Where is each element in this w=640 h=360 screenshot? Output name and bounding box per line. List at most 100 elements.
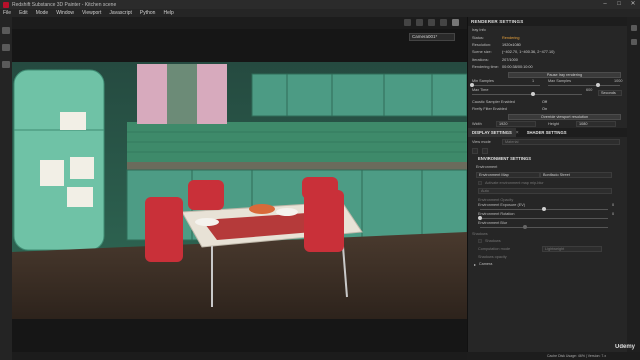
resolution-label: Resolution: — [472, 43, 491, 48]
shadows-heading: Shadows — [472, 231, 488, 236]
view-mode-row: View mode Material — [468, 137, 627, 146]
resolution-fields-row: Width 1920 Height 1080 — [468, 121, 627, 128]
computation-label: Computation mode — [478, 247, 511, 252]
camera-section-row[interactable]: ▸ Camera — [468, 260, 627, 268]
blur-label: Environment Blur — [478, 221, 508, 226]
override-resolution-label: Override viewport resolution — [540, 114, 589, 119]
menu-window[interactable]: Window — [56, 10, 74, 16]
blur-track — [480, 227, 608, 229]
camera-dropdown[interactable]: Camera001* — [409, 33, 455, 41]
camera-icon[interactable] — [428, 19, 435, 26]
max-samples-slider[interactable] — [596, 82, 601, 87]
stop-icon[interactable] — [416, 19, 423, 26]
max-samples-track — [548, 84, 620, 86]
env-blur-checkbox[interactable] — [478, 181, 482, 186]
env-opacity-row: Environment Opacity — [468, 196, 627, 203]
min-samples-value: 1 — [532, 78, 535, 83]
iterations-value: 207/1000 — [502, 57, 518, 62]
max-time-unit-dropdown[interactable]: Seconds — [598, 89, 622, 96]
width-label: Width — [472, 122, 482, 127]
projection-tool-icon[interactable] — [2, 61, 10, 68]
display-icons-row — [468, 146, 627, 155]
resolution-value: 1920x1080 — [502, 43, 521, 48]
environment-tab-icon[interactable] — [472, 147, 478, 154]
viewport-status-bar — [12, 352, 467, 360]
exposure-row: Environment Exposure (EV) 0 — [468, 203, 627, 212]
shadows-check-label: Shadows — [485, 239, 501, 244]
height-label: Height — [548, 122, 559, 127]
shadows-checkbox[interactable] — [478, 239, 482, 244]
environment-settings-title: ENVIRONMENT SETTINGS — [478, 156, 532, 162]
menu-python[interactable]: Python — [140, 10, 156, 16]
shadows-opacity-label: Shadows opacity — [478, 254, 507, 259]
menu-file[interactable]: File — [3, 10, 11, 16]
shadows-check-row: Shadows — [468, 238, 627, 245]
rotation-track — [480, 218, 608, 220]
close-window-button[interactable]: ✕ — [626, 0, 640, 9]
exposure-value: 0 — [612, 203, 615, 208]
rendering-time-label: Rendering time: — [472, 65, 499, 70]
blur-row: Environment Blur — [468, 221, 627, 230]
menu-viewport[interactable]: Viewport — [82, 10, 101, 16]
tab-display-settings[interactable]: DISPLAY SETTINGS — [468, 128, 516, 138]
max-time-value: 600 — [586, 87, 593, 92]
caustic-row: Caustic Sampler Enabled Off — [468, 98, 627, 105]
env-auto-dropdown[interactable]: Auto — [478, 188, 612, 195]
caustic-value[interactable]: Off — [542, 100, 547, 104]
environment-label-row: Environment — [468, 163, 627, 170]
exposure-slider[interactable] — [542, 207, 546, 212]
menu-javascript[interactable]: Javascript — [109, 10, 132, 16]
app-logo-icon — [3, 1, 9, 8]
rotation-slider[interactable] — [478, 216, 482, 221]
max-time-track — [472, 93, 582, 95]
shadows-opacity-row: Shadows opacity — [468, 253, 627, 260]
scene-size-row: Scene size: (−402.70, 1−400.36, 2−477.10… — [468, 49, 627, 56]
minimize-button[interactable]: – — [598, 0, 612, 9]
paint-tool-icon[interactable] — [2, 27, 10, 34]
scene-size-value: (−402.70, 1−400.36, 2−477.10) — [502, 50, 555, 55]
maximize-button[interactable]: □ — [612, 0, 626, 9]
eraser-tool-icon[interactable] — [2, 44, 10, 51]
min-samples-track — [472, 84, 540, 86]
min-samples-slider[interactable] — [470, 82, 474, 87]
override-resolution-button[interactable]: Override viewport resolution — [508, 113, 621, 120]
pause-icon[interactable] — [404, 19, 411, 26]
dock-strip — [627, 17, 640, 360]
menu-mode[interactable]: Mode — [36, 10, 49, 16]
left-toolbar — [0, 17, 12, 360]
resolution-row: Resolution: 1920x1080 — [468, 41, 627, 48]
max-time-row: Max Time 600 Seconds — [468, 88, 627, 98]
chevron-right-icon: ▸ — [474, 262, 476, 267]
title-bar: Redshift Substance 3D Painter - Kitchen … — [0, 0, 640, 9]
rendering-time-value: 00:00:38/00:10:00 — [502, 65, 533, 70]
camera-tab-icon[interactable] — [482, 147, 488, 154]
env-auto-row: Auto — [468, 187, 627, 196]
layers-icon[interactable] — [630, 25, 637, 31]
env-map-picker[interactable]: Bonifacio Street — [540, 172, 612, 179]
caustic-label: Caustic Sampler Enabled — [472, 99, 515, 104]
menu-bar: File Edit Mode Window Viewport Javascrip… — [0, 9, 640, 17]
close-tab-icon[interactable]: × — [516, 130, 519, 136]
max-time-label: Max Time — [472, 87, 489, 92]
blur-slider[interactable] — [522, 225, 527, 230]
viewport[interactable]: Camera001* — [12, 17, 467, 360]
iray-info-title: Iray Info — [472, 28, 486, 32]
firefly-value[interactable]: On — [542, 107, 547, 111]
firefly-row: Firefly Filter Enabled On — [468, 105, 627, 112]
view-mode-dropdown[interactable]: Material — [502, 138, 620, 145]
height-field[interactable]: 1080 — [576, 121, 616, 128]
shadows-heading-row: Shadows — [468, 230, 627, 237]
properties-icon[interactable] — [630, 39, 637, 45]
render-icon[interactable] — [452, 19, 459, 26]
screenshot-icon[interactable] — [440, 19, 447, 26]
env-map-row: Environment Map Bonifacio Street — [468, 171, 627, 180]
menu-help[interactable]: Help — [163, 10, 173, 16]
computation-dropdown[interactable]: Lightweight — [542, 246, 602, 253]
width-field[interactable]: 1920 — [496, 121, 536, 128]
max-time-slider[interactable] — [530, 91, 535, 96]
tab-shader-settings[interactable]: SHADER SETTINGS — [523, 128, 571, 137]
view-mode-label: View mode — [472, 139, 491, 144]
pause-rendering-button[interactable]: Pause Iray rendering — [508, 71, 621, 78]
menu-edit[interactable]: Edit — [19, 10, 28, 16]
firefly-label: Firefly Filter Enabled — [472, 107, 507, 112]
